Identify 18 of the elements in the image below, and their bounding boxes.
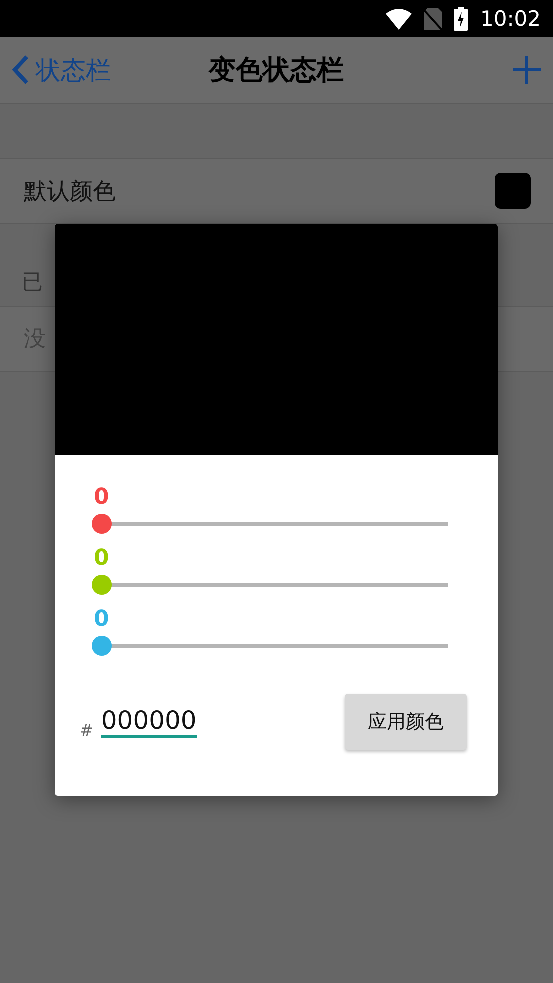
- battery-charging-icon: [454, 6, 468, 30]
- status-time: 10:02: [480, 6, 541, 30]
- color-swatch[interactable]: [495, 173, 531, 209]
- hex-prefix: #: [80, 720, 94, 740]
- setting-label: 默认颜色: [24, 178, 116, 206]
- add-icon[interactable]: [513, 56, 541, 84]
- channel-value: 0: [94, 485, 110, 510]
- channel-value: 0: [94, 607, 110, 632]
- screen-title: 变色状态栏: [209, 55, 344, 86]
- chevron-left-icon: [12, 55, 30, 85]
- channel-value: 0: [94, 546, 110, 571]
- wifi-icon: [386, 8, 412, 30]
- back-label: 状态栏: [36, 54, 111, 86]
- slider-thumb[interactable]: [92, 575, 112, 595]
- slider-thumb[interactable]: [92, 636, 112, 656]
- no-sim-icon: [424, 8, 442, 30]
- slider-thumb[interactable]: [92, 514, 112, 534]
- apply-button[interactable]: 应用颜色: [345, 694, 467, 750]
